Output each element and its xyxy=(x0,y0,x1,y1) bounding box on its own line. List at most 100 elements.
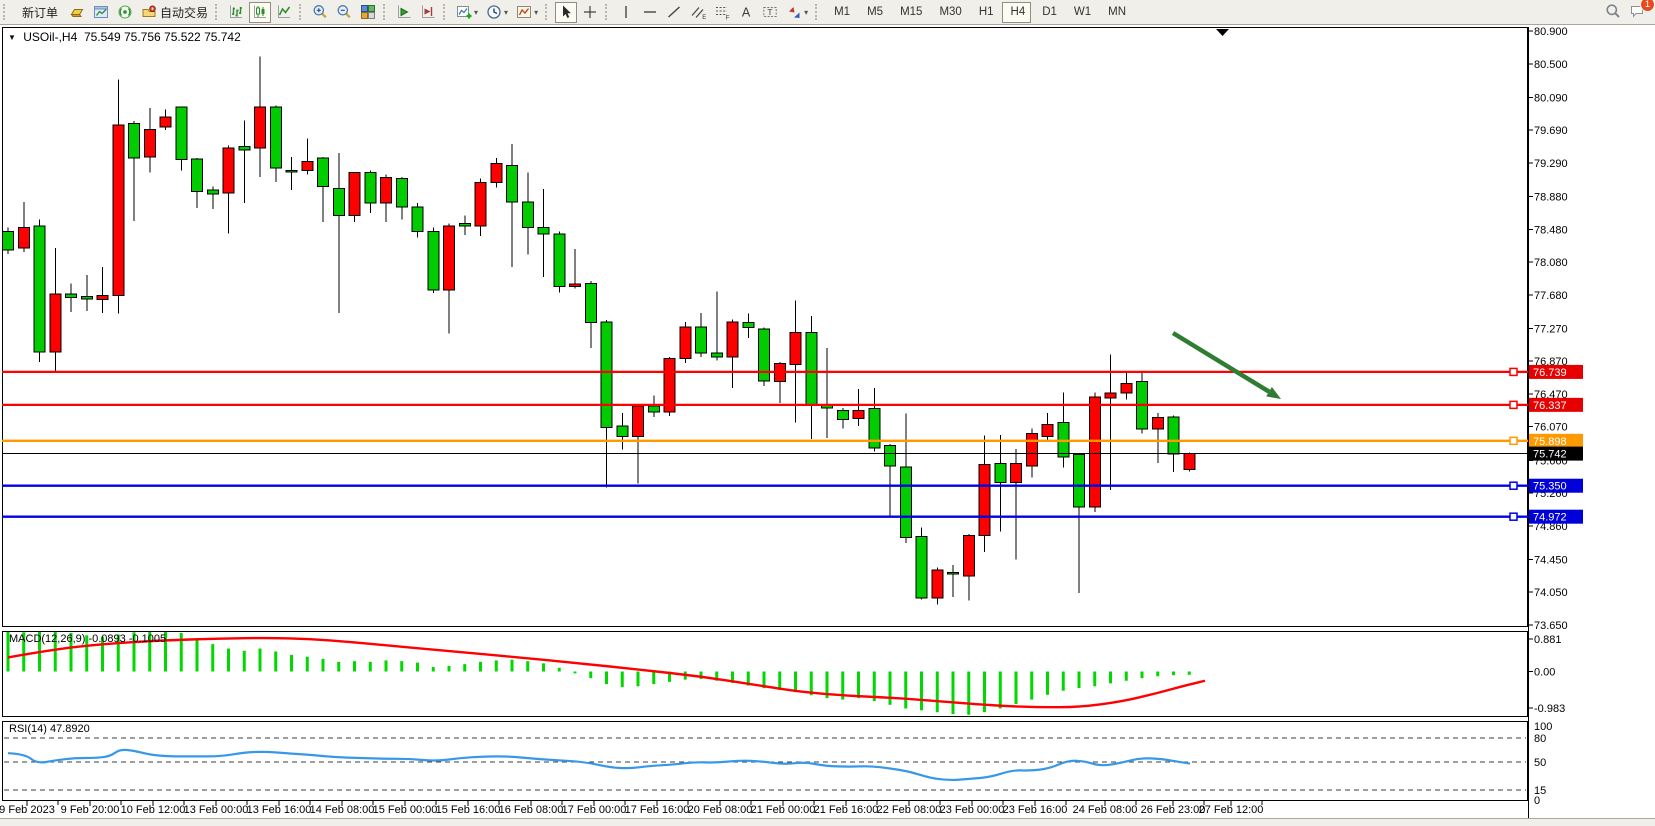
crosshair-button[interactable] xyxy=(579,2,601,23)
templates-button[interactable]: ▾ xyxy=(513,2,541,23)
indicators-button[interactable]: ▾ xyxy=(453,2,481,23)
svg-text:80.900: 80.900 xyxy=(1534,26,1568,38)
timeframe-button-h4[interactable]: H4 xyxy=(1002,2,1032,23)
timeframe-button-h1[interactable]: H1 xyxy=(970,2,1000,23)
trendline-button[interactable] xyxy=(663,2,685,23)
svg-text:78.080: 78.080 xyxy=(1534,257,1568,269)
candle-body xyxy=(365,173,376,203)
macd-bar xyxy=(558,668,561,672)
macd-bar xyxy=(1030,672,1033,700)
crosshair-icon xyxy=(582,4,598,20)
vertical-line-button[interactable] xyxy=(615,2,637,23)
channel-button[interactable]: E xyxy=(687,2,709,23)
candle-body xyxy=(743,323,754,328)
macd-axis[interactable]: 0.8810.00-0.983 xyxy=(1528,634,1565,715)
macd-bar xyxy=(542,663,545,671)
signals-button[interactable] xyxy=(114,2,136,23)
periods-button[interactable]: ▾ xyxy=(483,2,511,23)
timeframe-button-d1[interactable]: D1 xyxy=(1033,2,1063,23)
macd-bar xyxy=(1015,672,1018,705)
macd-bar xyxy=(889,672,892,705)
candle-body xyxy=(349,173,360,216)
zoom-out-button[interactable] xyxy=(333,2,355,23)
macd-bar xyxy=(369,662,372,672)
hline-icon xyxy=(642,4,658,20)
svg-text:74.972: 74.972 xyxy=(1533,512,1567,524)
history-center-button[interactable] xyxy=(66,2,88,23)
chart-dropdown-icon[interactable]: ▼ xyxy=(8,33,16,42)
macd-bar xyxy=(605,672,608,685)
toolbar-group-separator xyxy=(215,4,220,20)
macd-bar xyxy=(1141,672,1144,679)
svg-text:76.337: 76.337 xyxy=(1533,400,1567,412)
timeframe-button-m1[interactable]: M1 xyxy=(825,2,856,23)
candlestick-chart-button[interactable] xyxy=(249,2,271,23)
svg-text:15 Feb 00:00: 15 Feb 00:00 xyxy=(373,804,438,816)
macd-bar xyxy=(211,644,214,671)
svg-text:17 Feb 16:00: 17 Feb 16:00 xyxy=(625,804,690,816)
horizontal-line-button[interactable] xyxy=(639,2,661,23)
templates-icon xyxy=(516,4,532,20)
candle-body xyxy=(837,410,848,419)
timeframe-button-h1-label: H1 xyxy=(979,6,994,18)
line-handle xyxy=(1510,437,1517,444)
chart-symbol-label: USOil-,H4 xyxy=(23,30,77,44)
zoom-in-button[interactable] xyxy=(309,2,331,23)
macd-bar xyxy=(778,672,781,691)
new-order-button[interactable]: 新订单 xyxy=(13,2,64,23)
search-button[interactable] xyxy=(1602,0,1624,21)
svg-text:80.090: 80.090 xyxy=(1534,92,1568,104)
svg-text:80.500: 80.500 xyxy=(1534,59,1568,71)
auto-trading-icon xyxy=(141,4,157,20)
toolbar-group-separator xyxy=(443,4,448,20)
candle-body xyxy=(223,148,234,193)
timeframe-button-m30[interactable]: M30 xyxy=(930,2,967,23)
charts-window-button[interactable] xyxy=(90,2,112,23)
svg-text:75.350: 75.350 xyxy=(1533,481,1567,493)
time-axis[interactable]: 9 Feb 20239 Feb 20:0010 Feb 12:0013 Feb … xyxy=(0,801,1263,816)
chart-canvas[interactable]: 80.90080.50080.09079.69079.29078.88078.4… xyxy=(0,0,1655,826)
macd-bar xyxy=(385,660,388,671)
text-icon: A xyxy=(738,4,754,20)
candle-body xyxy=(113,125,124,295)
timeframe-button-w1[interactable]: W1 xyxy=(1065,2,1097,23)
candle-body xyxy=(144,129,155,157)
candle-body xyxy=(601,322,612,428)
text-button[interactable]: A xyxy=(735,2,757,23)
auto-trading-button[interactable]: 自动交易 xyxy=(138,2,211,23)
macd-bar xyxy=(1093,672,1096,687)
macd-bar xyxy=(432,667,435,671)
macd-bar xyxy=(574,672,577,674)
macd-bar xyxy=(967,672,970,715)
candle-body xyxy=(302,161,313,170)
chevron-down-icon: ▾ xyxy=(474,8,478,17)
tile-windows-button[interactable] xyxy=(357,2,379,23)
svg-text:0: 0 xyxy=(1534,795,1540,807)
macd-bar xyxy=(526,661,529,671)
zoom-in-icon xyxy=(312,4,328,20)
macd-bar xyxy=(322,659,325,672)
timeframe-button-m5[interactable]: M5 xyxy=(858,2,889,23)
candle-body xyxy=(916,537,927,598)
toolbar: 新订单自动交易▾▾▾EFAT▾M1M5M15M30H1H4D1W1MN1 xyxy=(0,0,1655,25)
timeframe-button-m15[interactable]: M15 xyxy=(891,2,928,23)
label-button[interactable]: T xyxy=(759,2,781,23)
timeframe-button-mn[interactable]: MN xyxy=(1099,2,1132,23)
candle-body xyxy=(50,294,61,352)
svg-text:16 Feb 08:00: 16 Feb 08:00 xyxy=(499,804,564,816)
price-axis[interactable]: 80.90080.50080.09079.69079.29078.88078.4… xyxy=(1528,26,1568,632)
svg-text:23 Feb 00:00: 23 Feb 00:00 xyxy=(940,804,1005,816)
macd-bar xyxy=(259,649,262,672)
auto-scroll-button[interactable] xyxy=(393,2,415,23)
svg-text:74.450: 74.450 xyxy=(1534,554,1568,566)
fibonacci-button[interactable]: F xyxy=(711,2,733,23)
line-chart-button[interactable] xyxy=(273,2,295,23)
label-icon: T xyxy=(762,4,778,20)
arrows-button[interactable]: ▾ xyxy=(783,2,811,23)
cursor-button[interactable] xyxy=(555,2,577,23)
bar-chart-button[interactable] xyxy=(225,2,247,23)
chart-shift-button[interactable] xyxy=(417,2,439,23)
chart-title: ▼ USOil-,H4 75.549 75.756 75.522 75.742 xyxy=(8,30,241,44)
svg-text:75.898: 75.898 xyxy=(1533,436,1567,448)
timeframe-button-m15-label: M15 xyxy=(900,6,922,18)
